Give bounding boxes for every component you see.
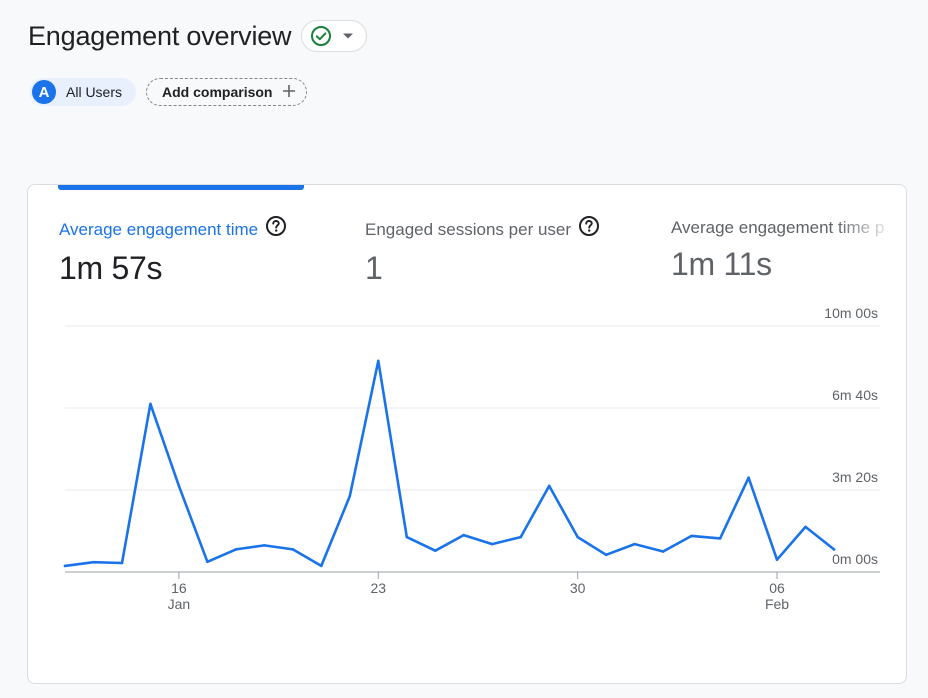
x-tick-label: 30 xyxy=(570,580,586,596)
segment-chips: A All Users Add comparison xyxy=(30,78,308,106)
data-point xyxy=(462,533,466,537)
plus-icon xyxy=(282,82,296,102)
data-point xyxy=(92,560,95,564)
data-point xyxy=(291,548,295,551)
data-point xyxy=(263,544,266,547)
data-point xyxy=(490,542,494,546)
data-point xyxy=(804,525,807,529)
x-tick-label: 23 xyxy=(371,580,387,596)
page-title: Engagement overview xyxy=(28,21,292,51)
data-point xyxy=(832,548,836,551)
data-point xyxy=(547,484,551,488)
data-point xyxy=(718,537,722,540)
y-tick-label: 10m 00s xyxy=(824,305,878,321)
data-point xyxy=(775,558,779,561)
data-point xyxy=(633,542,636,546)
data-point xyxy=(433,549,437,552)
x-tick-label: 16 xyxy=(171,580,187,596)
data-point xyxy=(234,548,238,551)
check-circle-icon xyxy=(310,25,332,47)
data-point xyxy=(661,550,665,553)
series-line xyxy=(63,359,836,568)
segment-label: All Users xyxy=(66,84,123,100)
caret-down-icon xyxy=(340,28,356,44)
page-header: Engagement overview xyxy=(28,18,368,54)
data-point xyxy=(149,402,152,406)
data-point xyxy=(320,564,323,568)
status-dropdown-button[interactable] xyxy=(301,20,368,52)
all-users-segment-chip[interactable]: A All Users xyxy=(30,78,137,106)
data-point xyxy=(177,484,181,488)
x-tick-label: 06 xyxy=(769,580,785,596)
data-point xyxy=(120,561,124,565)
data-point xyxy=(376,359,380,363)
add-comparison-label: Add comparison xyxy=(162,84,273,100)
y-tick-label: 0m 00s xyxy=(832,551,878,567)
segment-avatar: A xyxy=(32,80,56,104)
data-point xyxy=(348,494,352,498)
engagement-line-chart: 0m 00s 3m 20s 6m 40s 10m 00s 16Jan 23 30 06Feb xyxy=(63,305,880,612)
data-point xyxy=(405,535,409,539)
data-point xyxy=(206,560,209,564)
y-tick-label: 6m 40s xyxy=(832,387,878,403)
data-point xyxy=(63,564,67,568)
data-point xyxy=(604,553,608,557)
add-comparison-button[interactable]: Add comparison xyxy=(146,78,308,106)
y-tick-label: 3m 20s xyxy=(832,469,878,485)
data-point xyxy=(690,534,693,538)
data-point xyxy=(747,476,750,480)
engagement-overview-page: Engagement overview A All Users Add comp… xyxy=(0,0,928,698)
x-tick-sublabel: Feb xyxy=(765,596,789,612)
x-tick-sublabel: Jan xyxy=(168,596,191,612)
data-point xyxy=(576,535,579,539)
data-point xyxy=(519,535,523,539)
metrics-chart-card: Average engagement time 1m 57s Engaged s… xyxy=(27,184,907,684)
